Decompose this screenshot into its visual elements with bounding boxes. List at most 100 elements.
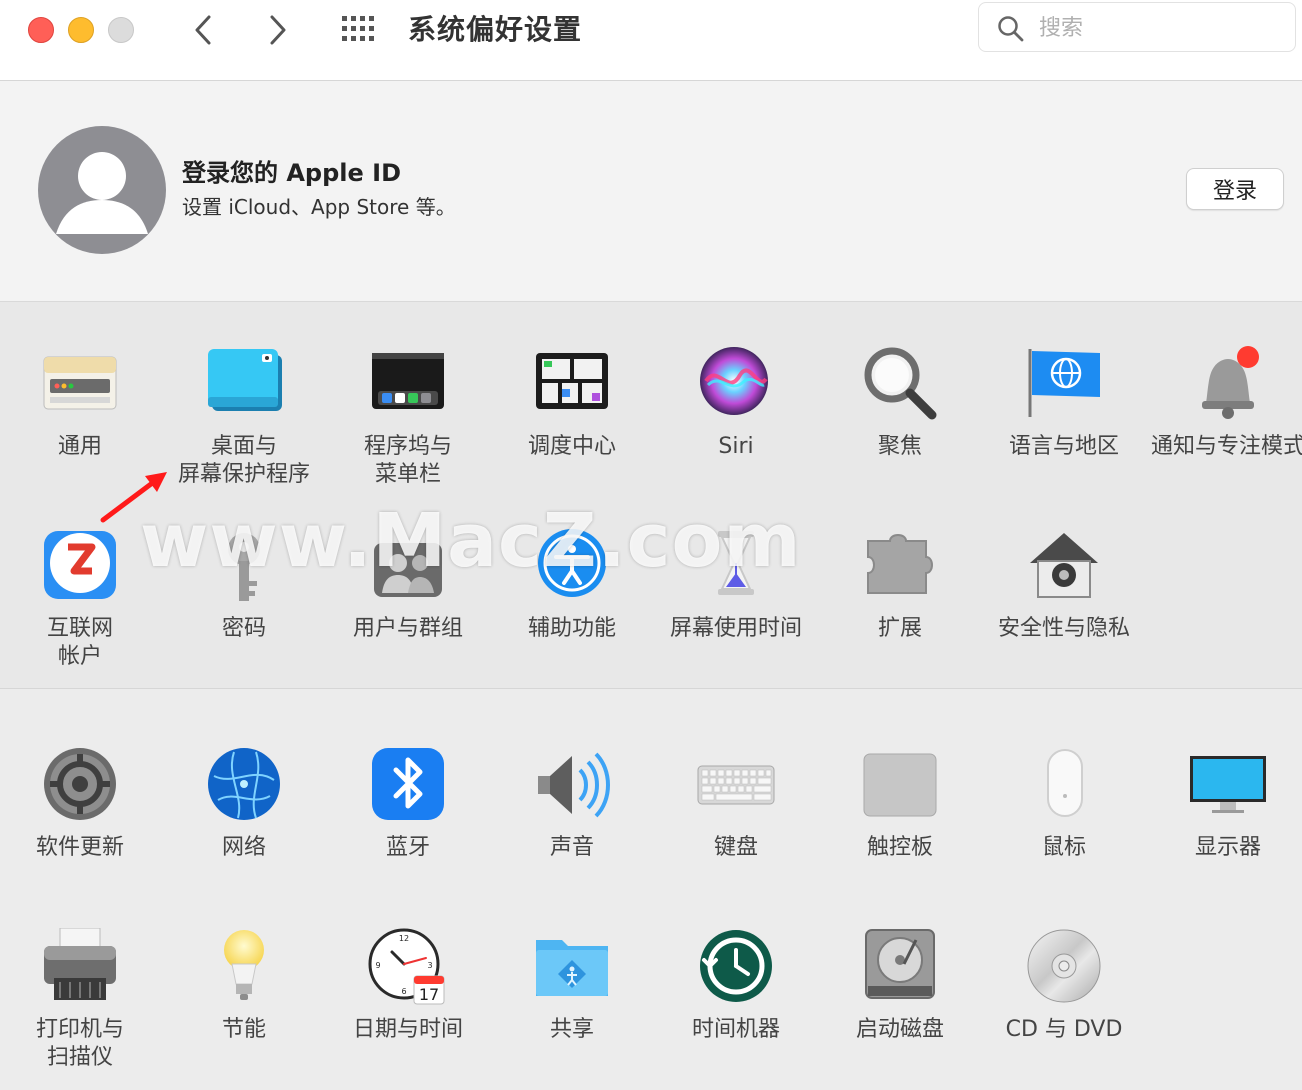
pref-label: 时间机器 (691, 1017, 780, 1042)
pref-startup-disk[interactable]: 启动磁盘 (820, 928, 980, 1044)
chevron-left-icon (195, 15, 211, 45)
pref-label: 触控板 (866, 835, 933, 860)
pref-software-update[interactable]: 软件更新 (0, 746, 160, 862)
pref-dock-menubar[interactable]: 程序坞与 菜单栏 (328, 345, 488, 489)
pref-label: 程序坞与 菜单栏 (363, 434, 452, 487)
keyboard-icon (696, 746, 776, 826)
pref-label: Siri (718, 434, 754, 459)
printers-scanners-icon (40, 927, 120, 1008)
extensions-icon (860, 527, 940, 607)
pref-keyboard[interactable]: 键盘 (656, 746, 816, 862)
red-arrow-annotation (100, 472, 167, 523)
pref-label: 声音 (549, 835, 594, 860)
svg-text:12: 12 (399, 934, 409, 943)
pref-siri[interactable]: Siri (656, 345, 816, 461)
pref-mouse[interactable]: 鼠标 (984, 746, 1144, 862)
pref-internet-accounts[interactable]: 互联网 帐户 (0, 527, 160, 671)
apple-id-section: 登录您的 Apple ID 设置 iCloud、App Store 等。 登录 (0, 81, 1302, 302)
pref-notifications[interactable]: 通知与专注模式 (1148, 345, 1302, 461)
network-icon (204, 746, 284, 826)
pref-label: 用户与群组 (352, 616, 463, 641)
search-input[interactable] (1037, 11, 1281, 45)
show-all-button[interactable] (338, 12, 382, 46)
apple-id-subtitle: 设置 iCloud、App Store 等。 (182, 195, 456, 219)
pref-label: 安全性与隐私 (997, 616, 1130, 641)
pref-label: 节能 (221, 1017, 266, 1042)
pref-sharing[interactable]: 共享 (492, 928, 652, 1044)
back-button[interactable] (183, 10, 223, 50)
search-field[interactable] (978, 2, 1296, 52)
zoom-window-button[interactable] (108, 17, 134, 43)
close-window-button[interactable] (28, 17, 54, 43)
energy-saver-icon (204, 928, 284, 1008)
pref-trackpad[interactable]: 触控板 (820, 746, 980, 862)
login-button[interactable]: 登录 (1186, 168, 1284, 210)
minimize-window-button[interactable] (68, 17, 94, 43)
pref-network[interactable]: 网络 (164, 746, 324, 862)
general-icon (40, 345, 120, 425)
pref-label: 鼠标 (1041, 835, 1086, 860)
pref-label: 调度中心 (527, 434, 616, 459)
time-machine-icon (696, 928, 776, 1008)
pref-time-machine[interactable]: 时间机器 (656, 928, 816, 1044)
pref-label: 蓝牙 (385, 835, 430, 860)
pref-energy-saver[interactable]: 节能 (164, 928, 324, 1044)
pref-label: 共享 (549, 1017, 594, 1042)
pref-desktop-screensaver[interactable]: 桌面与 屏幕保护程序 (164, 345, 324, 489)
pref-label: 桌面与 屏幕保护程序 (177, 434, 310, 487)
software-update-icon (40, 746, 120, 826)
pref-label: 日期与时间 (352, 1017, 463, 1042)
watermark: www.MacZ.com (140, 498, 802, 584)
trackpad-icon (860, 746, 940, 826)
pref-language-region[interactable]: 语言与地区 (984, 345, 1144, 461)
search-icon (998, 16, 1024, 42)
calendar-day: 17 (419, 985, 439, 1004)
grid-icon (342, 16, 374, 41)
pref-label: 通用 (57, 434, 102, 459)
dock-menubar-icon (368, 345, 448, 425)
pref-cd-dvd[interactable]: CD 与 DVD (984, 928, 1144, 1044)
mouse-icon (1024, 746, 1104, 826)
pref-security-privacy[interactable]: 安全性与隐私 (984, 527, 1144, 643)
chevron-right-icon (270, 15, 286, 45)
svg-text:3: 3 (427, 961, 432, 970)
window-title: 系统偏好设置 (408, 13, 583, 46)
pref-label: 键盘 (713, 835, 758, 860)
pref-spotlight[interactable]: 聚焦 (820, 345, 980, 461)
pref-label: 启动磁盘 (855, 1017, 944, 1042)
pref-mission-control[interactable]: 调度中心 (492, 345, 652, 461)
siri-icon (696, 345, 776, 425)
pref-label: CD 与 DVD (1005, 1017, 1123, 1042)
pref-label: 通知与专注模式 (1150, 434, 1302, 459)
pref-date-time[interactable]: 12 3 6 9 17 日期与时间 (328, 928, 488, 1044)
startup-disk-icon (860, 928, 940, 1008)
apple-id-title: 登录您的 Apple ID (182, 159, 401, 187)
user-silhouette-icon (56, 152, 148, 234)
svg-text:6: 6 (401, 987, 406, 996)
avatar[interactable] (38, 126, 166, 254)
desktop-screensaver-icon (204, 345, 284, 425)
pref-label: 互联网 帐户 (46, 616, 113, 669)
pref-label: 打印机与 扫描仪 (35, 1017, 124, 1070)
pref-label: 显示器 (1194, 835, 1261, 860)
sound-icon (532, 746, 612, 826)
bluetooth-icon (368, 746, 448, 826)
sharing-icon (532, 928, 612, 1008)
pref-bluetooth[interactable]: 蓝牙 (328, 746, 488, 862)
security-privacy-icon (1024, 527, 1104, 607)
language-region-icon (1024, 345, 1104, 425)
title-bar: 系统偏好设置 (0, 0, 1302, 81)
pref-label: 软件更新 (35, 835, 124, 860)
internet-accounts-icon (40, 527, 120, 607)
displays-icon (1188, 746, 1268, 826)
pref-displays[interactable]: 显示器 (1148, 746, 1302, 862)
pref-label: 网络 (221, 835, 266, 860)
forward-button[interactable] (258, 10, 298, 50)
pref-general[interactable]: 通用 (0, 345, 160, 461)
date-time-icon: 12 3 6 9 17 (368, 928, 448, 1008)
pref-label: 聚焦 (877, 434, 922, 459)
pref-extensions[interactable]: 扩展 (820, 527, 980, 643)
pref-sound[interactable]: 声音 (492, 746, 652, 862)
mission-control-icon (532, 345, 612, 425)
pref-printers-scanners[interactable]: 打印机与 扫描仪 (0, 927, 160, 1072)
